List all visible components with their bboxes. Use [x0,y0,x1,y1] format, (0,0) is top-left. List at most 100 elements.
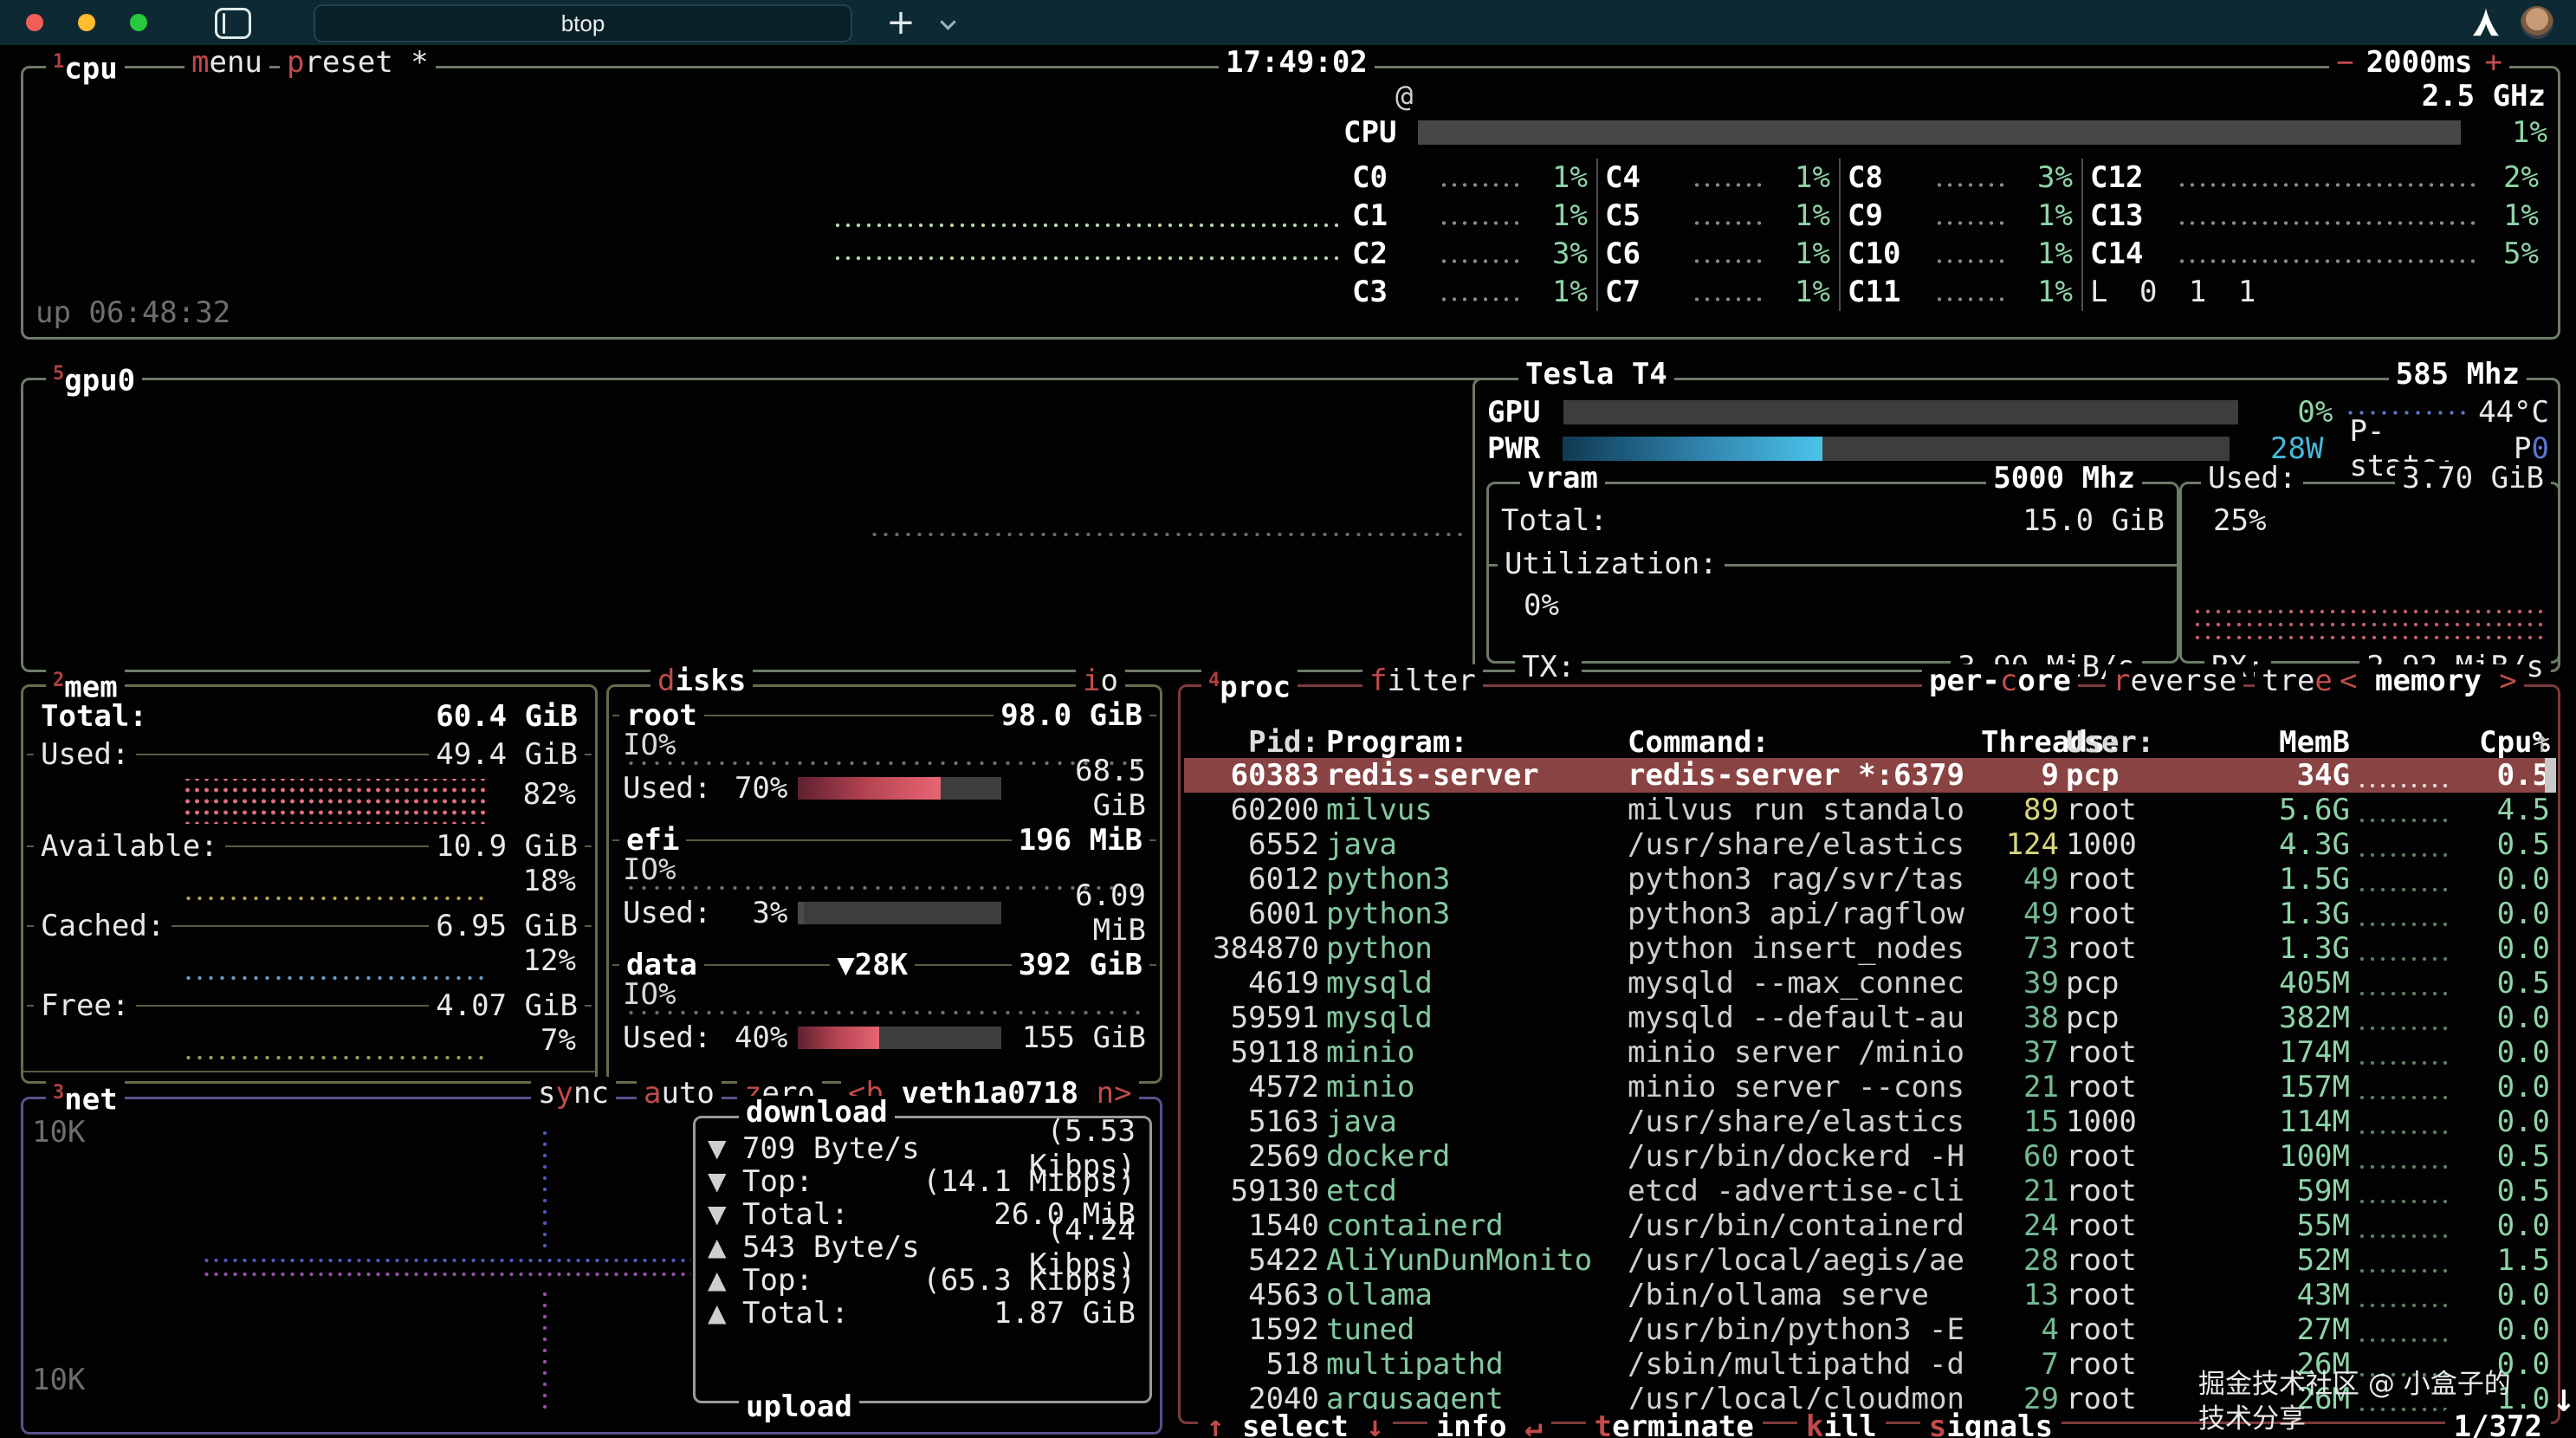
cpu-box: 1cpu menu preset * 17:49:02 − 2000ms + @… [21,66,2560,340]
process-memory: 59M [2229,1174,2350,1208]
memory-stat: Free:4.07 GiB 7% [27,988,592,1068]
chevron-down-icon[interactable] [941,16,955,29]
user-avatar[interactable] [2521,6,2553,39]
process-row[interactable]: 4572 minio minio server --cons 21 root 1… [1184,1070,2554,1104]
vram-total-value: 15.0 GiB [2023,503,2165,538]
process-pid: 6012 [1189,862,1319,897]
core-history-graph [1439,257,1524,265]
interval-decrease-button[interactable]: − [2336,46,2353,79]
cpu-core-grid: C0 1% C1 1% C2 3% C3 [1343,159,2547,311]
cpu-core: C0 1% [1343,159,1596,197]
vram-title: vram [1520,462,1605,495]
auto-button[interactable]: auto [637,1077,722,1110]
process-row[interactable]: 5163 java /usr/share/elastics 15 1000 11… [1184,1104,2554,1139]
process-pid: 1592 [1189,1312,1319,1347]
menu-button[interactable]: menu [184,46,269,79]
process-threads: 9 [1981,758,2059,793]
sort-next-button[interactable]: > [2499,664,2516,698]
rx-history-graph [2192,604,2547,645]
preset-button[interactable]: preset * [280,46,436,79]
memory-stat-percent: 82% [523,777,576,812]
core-name: C3 [1352,275,1432,309]
process-row[interactable]: 59591 mysqld mysqld --default-au 38 pcp … [1184,1001,2554,1035]
cpu-total-label: CPU [1343,115,1404,150]
column-memb[interactable]: MemB [2229,725,2350,760]
process-row[interactable]: 2569 dockerd /usr/bin/dockerd -H 60 root… [1184,1139,2554,1174]
process-table: 60383 redis-server redis-server *:6379 9… [1184,758,2554,1416]
column-command[interactable]: Command: [1628,725,1974,760]
process-row[interactable]: 6012 python3 python3 rag/svr/tas 49 root… [1184,862,2554,897]
cpu-box-title[interactable]: 1cpu [46,46,125,85]
cpu-core: C14 5% [2081,235,2547,273]
sort-direction-arrow: ↑ [2534,725,2551,760]
process-threads: 7 [1981,1347,2059,1382]
tree-toggle[interactable]: tree [2255,664,2340,697]
process-row[interactable]: 60200 milvus milvus run standalo 89 root… [1184,793,2554,827]
disk-used-fill [798,777,941,800]
process-row[interactable]: 384870 python python insert_nodes 73 roo… [1184,931,2554,966]
process-cpu-history [2357,885,2450,894]
process-command: python insert_nodes [1628,931,1974,966]
per-core-toggle[interactable]: per-core [1922,664,2078,697]
zoom-window-button[interactable] [130,14,147,31]
net-stat-label: Top: [742,1263,813,1298]
process-row[interactable]: 59130 etcd etcd -advertise-cli 21 root 5… [1184,1174,2554,1208]
download-graph-spike [541,1124,548,1255]
column-user[interactable]: User: [2066,725,2222,760]
sort-prev-button[interactable]: < [2340,664,2357,698]
kill-control[interactable]: kill [1797,1409,1886,1438]
process-box-title[interactable]: 4proc [1201,664,1298,703]
sort-column-selector[interactable]: < memory > [2333,664,2524,697]
network-box-title[interactable]: 3net [46,1077,125,1116]
utilization-percent: 0% [1524,588,1559,623]
io-mode-button[interactable]: io [1076,664,1125,697]
sync-button[interactable]: sync [531,1077,616,1110]
process-row[interactable]: 6552 java /usr/share/elastics 124 1000 4… [1184,827,2554,862]
column-pid[interactable]: Pid: [1189,725,1319,760]
reverse-toggle[interactable]: reverse [2106,664,2243,697]
process-pid: 59130 [1189,1174,1319,1208]
process-program: etcd [1326,1174,1621,1208]
core-percent: 2% [2482,160,2539,195]
sidebar-toggle-icon[interactable] [215,8,251,39]
process-row[interactable]: 59118 minio minio server /minio 37 root … [1184,1035,2554,1070]
process-row[interactable]: 5422 AliYunDunMonito /usr/local/aegis/ae… [1184,1243,2554,1278]
process-row[interactable]: 60383 redis-server redis-server *:6379 9… [1184,758,2554,793]
select-control[interactable]: ↑ select ↓ [1198,1409,1393,1438]
minimize-window-button[interactable] [78,14,95,31]
close-window-button[interactable] [26,14,43,31]
column-program[interactable]: Program: [1326,725,1621,760]
process-memory: 405M [2229,966,2350,1001]
filter-button[interactable]: filter [1362,664,1483,697]
terminate-control[interactable]: terminate [1586,1409,1763,1438]
signals-control[interactable]: signals [1920,1409,2061,1438]
process-command: redis-server *:6379 [1628,758,1974,793]
core-percent: 1% [1773,275,1830,309]
memory-box-title[interactable]: 2mem [46,664,125,703]
cpu-history-graph [832,254,1343,262]
column-threads[interactable]: Threads: [1981,725,2059,760]
process-row[interactable]: 6001 python3 python3 api/ragflow 49 root… [1184,897,2554,931]
vram-used-value: 3.70 GiB [2395,462,2551,495]
disk-used-label: Used: [623,771,711,806]
process-user: root [2066,1174,2222,1208]
terminal-tab[interactable]: btop [314,4,852,42]
new-tab-button[interactable]: + [882,2,920,43]
process-scrollbar-thumb[interactable] [2545,758,2556,793]
net-stats-box: download ▼ 709 Byte/s (5.53 Kibps) ▼ Top… [693,1116,1152,1403]
process-row[interactable]: 4619 mysqld mysqld --max_connec 39 pcp 4… [1184,966,2554,1001]
process-cpu-percent: 4.5 [2468,793,2550,827]
cpu-core: C10 1% [1839,235,2081,273]
gpu-box-title[interactable]: 5gpu0 [46,358,142,397]
process-cpu-history [2357,816,2450,825]
process-row[interactable]: 4563 ollama /bin/ollama serve 13 root 43… [1184,1278,2554,1312]
process-row[interactable]: 1540 containerd /usr/bin/containerd 24 r… [1184,1208,2554,1243]
info-control[interactable]: info ↵ [1427,1409,1551,1438]
process-row[interactable]: 1592 tuned /usr/bin/python3 -E 4 root 27… [1184,1312,2554,1347]
disk-name: efi [619,823,686,858]
disk-io-label: IO% [623,977,676,1012]
disks-box-title[interactable]: disks [650,664,753,697]
net-stat-value: 1.87 GiB [858,1296,1136,1331]
interface-next-button[interactable]: n> [1097,1076,1132,1111]
interval-increase-button[interactable]: + [2485,46,2502,79]
